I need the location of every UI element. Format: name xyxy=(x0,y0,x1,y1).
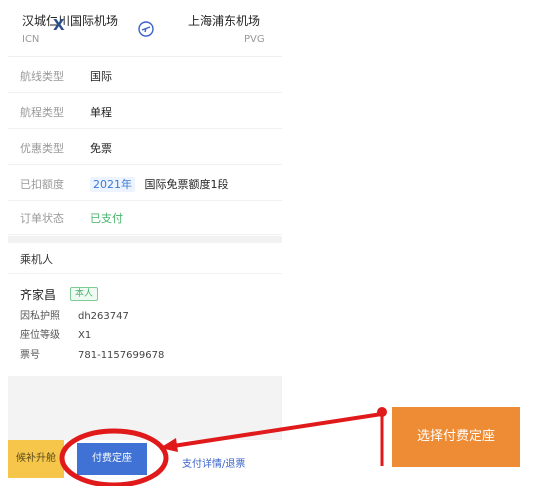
annotation-label-box: 选择付费定座 xyxy=(392,407,520,467)
annotation-arrow-line xyxy=(159,412,383,450)
highlight-circle xyxy=(59,428,169,486)
